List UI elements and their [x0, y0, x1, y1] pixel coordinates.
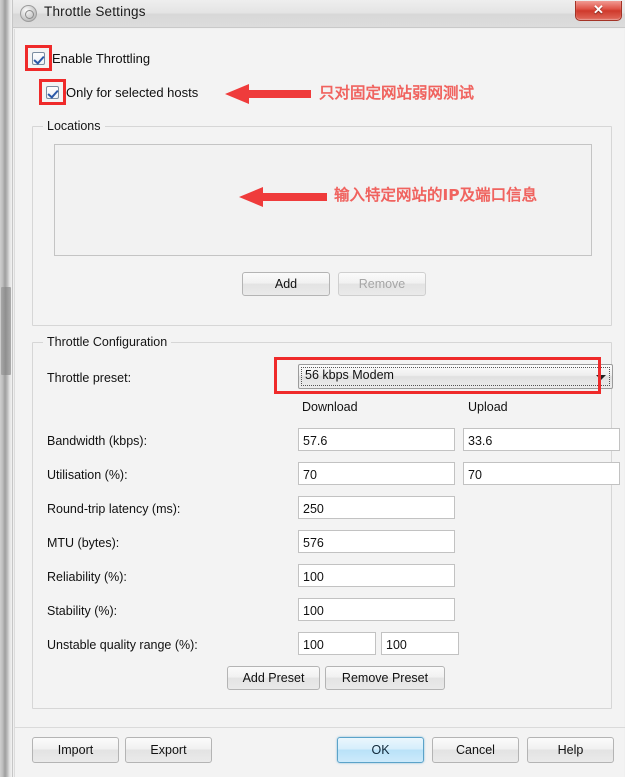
bandwidth-label: Bandwidth (kbps): — [47, 434, 148, 448]
round-trip-latency-label: Round-trip latency (ms): — [47, 502, 181, 516]
chevron-down-icon[interactable] — [596, 374, 606, 380]
annotation-arrow-hosts — [225, 84, 311, 104]
locations-group-title: Locations — [43, 119, 105, 133]
window-title: Throttle Settings — [44, 4, 146, 19]
ok-button[interactable]: OK — [337, 737, 424, 763]
mtu-label: MTU (bytes): — [47, 536, 120, 550]
throttle-settings-window: Throttle Settings ✕ Enable Throttling On… — [0, 0, 625, 777]
remove-preset-button[interactable]: Remove Preset — [325, 666, 445, 690]
enable-throttling-checkbox[interactable] — [32, 52, 45, 65]
add-location-button[interactable]: Add — [242, 272, 330, 296]
cancel-button[interactable]: Cancel — [432, 737, 519, 763]
utilisation-upload-input[interactable] — [463, 462, 620, 485]
stability-input[interactable] — [298, 598, 455, 621]
annotation-arrow-locations — [239, 187, 327, 207]
throttle-configuration-group-title: Throttle Configuration — [43, 335, 172, 349]
dialog-body: Enable Throttling Only for selected host… — [14, 29, 625, 777]
window-resize-handle[interactable] — [1, 287, 11, 375]
title-bar[interactable]: Throttle Settings ✕ — [13, 0, 625, 28]
export-button[interactable]: Export — [125, 737, 212, 763]
throttle-preset-combobox[interactable]: 56 kbps Modem — [298, 364, 613, 389]
remove-location-button: Remove — [338, 272, 426, 296]
footer-separator — [15, 727, 625, 728]
import-button[interactable]: Import — [32, 737, 119, 763]
stability-label: Stability (%): — [47, 604, 118, 618]
annotation-text-hosts: 只对固定网站弱网测试 — [319, 84, 475, 102]
enable-throttling-label: Enable Throttling — [52, 51, 151, 66]
download-column-header: Download — [302, 400, 358, 414]
reliability-label: Reliability (%): — [47, 570, 127, 584]
help-button[interactable]: Help — [527, 737, 614, 763]
throttle-configuration-group: Throttle Configuration Throttle preset: … — [32, 335, 620, 709]
utilisation-download-input[interactable] — [298, 462, 455, 485]
upload-column-header: Upload — [468, 400, 508, 414]
only-selected-hosts-checkbox[interactable] — [46, 86, 59, 99]
unstable-quality-range-min-input[interactable] — [298, 632, 376, 655]
close-button[interactable]: ✕ — [575, 1, 622, 21]
bandwidth-upload-input[interactable] — [463, 428, 620, 451]
only-selected-hosts-row[interactable]: Only for selected hosts — [46, 85, 198, 100]
add-preset-button[interactable]: Add Preset — [227, 666, 320, 690]
bandwidth-download-input[interactable] — [298, 428, 455, 451]
unstable-quality-range-max-input[interactable] — [381, 632, 459, 655]
annotation-text-locations: 输入特定网站的IP及端口信息 — [334, 186, 538, 204]
enable-throttling-row[interactable]: Enable Throttling — [32, 51, 150, 66]
throttle-preset-label: Throttle preset: — [47, 371, 132, 385]
close-icon: ✕ — [593, 2, 604, 17]
utilisation-label: Utilisation (%): — [47, 468, 128, 482]
locations-group: Locations Add Remove — [32, 119, 612, 326]
round-trip-latency-input[interactable] — [298, 496, 455, 519]
throttle-app-icon — [20, 5, 37, 22]
window-left-frame — [0, 0, 13, 777]
reliability-input[interactable] — [298, 564, 455, 587]
only-selected-hosts-label: Only for selected hosts — [66, 85, 199, 100]
unstable-quality-range-label: Unstable quality range (%): — [47, 638, 198, 652]
mtu-input[interactable] — [298, 530, 455, 553]
throttle-preset-value: 56 kbps Modem — [305, 368, 394, 382]
